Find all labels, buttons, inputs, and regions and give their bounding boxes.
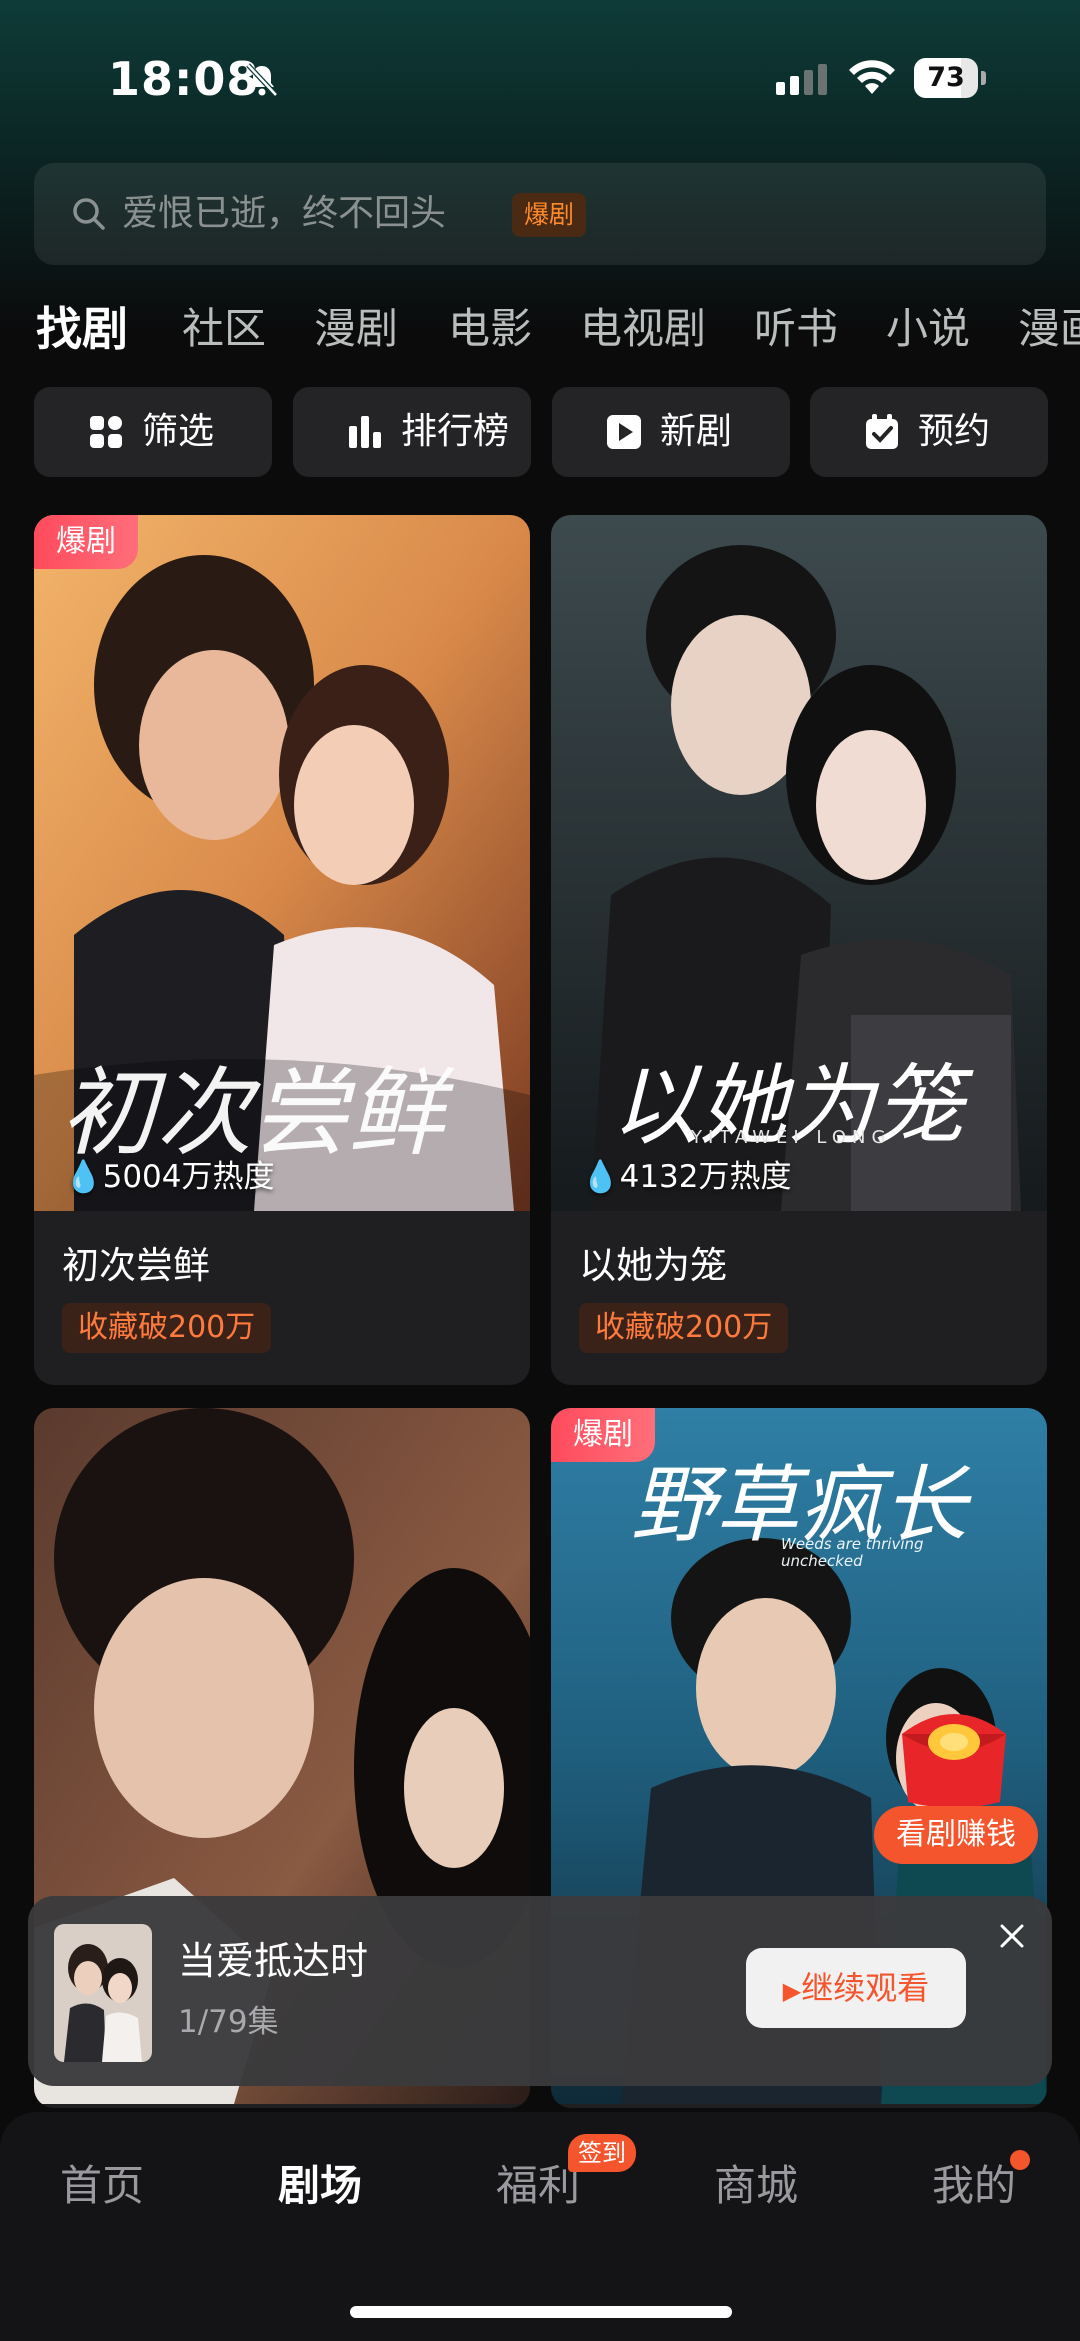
- nav-mine[interactable]: 我的: [932, 2152, 1016, 2213]
- continue-watch-label: 继续观看: [801, 1969, 930, 2007]
- battery-level: 73: [927, 62, 965, 93]
- play-small-icon: ▶: [782, 1977, 802, 2005]
- ranking-label: 排行榜: [401, 411, 510, 452]
- heat-value: 4132万热度: [619, 1159, 792, 1195]
- reservation-button[interactable]: 预约: [810, 387, 1048, 477]
- nav-theater[interactable]: 剧场: [278, 2152, 362, 2213]
- drama-card-1[interactable]: 爆剧 初次尝鲜 💧5004万热度 初次尝鲜 收藏破200万: [34, 515, 530, 1385]
- status-time: 18:08: [108, 52, 260, 106]
- ranking-button[interactable]: 排行榜: [293, 387, 531, 477]
- continue-watching-bar[interactable]: 当爱抵达时 1/79集 ▶继续观看: [28, 1896, 1052, 2086]
- nav-mall[interactable]: 商城: [714, 2152, 798, 2213]
- signal-icon: [776, 64, 827, 95]
- filter-button[interactable]: 筛选: [34, 387, 272, 477]
- red-envelope-icon[interactable]: [888, 1698, 1020, 1810]
- collect-tag: 收藏破200万: [579, 1303, 789, 1353]
- reservation-label: 预约: [918, 411, 991, 452]
- drama-poster-1[interactable]: 爆剧 初次尝鲜 💧5004万热度: [34, 515, 530, 1211]
- search-bar[interactable]: 爱恨已逝，终不回头 爆剧: [34, 163, 1046, 265]
- heat-count: 💧4132万热度: [581, 1159, 792, 1195]
- continue-episode: 1/79集: [178, 2004, 279, 2040]
- drama-poster-2[interactable]: 以她为笼 YITAWEI LONG 💧4132万热度: [551, 515, 1047, 1211]
- grid-icon: [90, 416, 122, 448]
- battery-icon: 73: [914, 58, 986, 98]
- home-indicator: [350, 2306, 732, 2318]
- tab-comic-drama[interactable]: 漫剧: [314, 296, 398, 362]
- drama-title: 初次尝鲜: [62, 1244, 210, 1287]
- play-icon: [607, 415, 641, 449]
- bell-muted-icon: [246, 63, 278, 97]
- nav-home[interactable]: 首页: [60, 2152, 144, 2213]
- hot-badge: 爆剧: [34, 515, 138, 569]
- poster-subtitle: YITAWEI LONG: [691, 1127, 892, 1148]
- continue-watch-button[interactable]: ▶继续观看: [746, 1948, 966, 2028]
- notification-dot: [1010, 2150, 1030, 2170]
- heat-count: 💧5004万热度: [64, 1159, 275, 1195]
- tab-novel[interactable]: 小说: [886, 296, 970, 362]
- filter-label: 筛选: [142, 411, 215, 452]
- tab-find-drama[interactable]: 找剧: [36, 296, 128, 362]
- search-icon: [73, 198, 105, 230]
- collect-tag: 收藏破200万: [62, 1303, 272, 1353]
- category-tabs: 找剧 社区 漫剧 电影 电视剧 听书 小说 漫画: [0, 296, 1080, 366]
- bar-chart-icon: [349, 416, 381, 448]
- search-placeholder: 爱恨已逝，终不回头: [122, 193, 447, 234]
- tab-movie[interactable]: 电影: [448, 296, 532, 362]
- new-drama-button[interactable]: 新剧: [552, 387, 790, 477]
- earn-money-button[interactable]: 看剧赚钱: [874, 1806, 1038, 1864]
- tab-community[interactable]: 社区: [182, 296, 266, 362]
- tab-audiobook[interactable]: 听书: [754, 296, 838, 362]
- continue-thumbnail: [54, 1924, 152, 2062]
- checkin-badge: 签到: [568, 2134, 636, 2172]
- wifi-icon: [849, 60, 895, 94]
- drama-title: 以她为笼: [579, 1244, 727, 1287]
- poster-subtitle: Weeds are thriving unchecked: [781, 1535, 924, 1570]
- calendar-check-icon: [866, 414, 898, 449]
- continue-title: 当爱抵达时: [178, 1939, 369, 1983]
- drama-card-2[interactable]: 以她为笼 YITAWEI LONG 💧4132万热度 以她为笼 收藏破200万: [551, 515, 1047, 1385]
- heat-value: 5004万热度: [102, 1159, 275, 1195]
- close-icon[interactable]: [992, 1916, 1032, 1956]
- tab-manga[interactable]: 漫画: [1018, 296, 1080, 362]
- search-hot-tag: 爆剧: [512, 193, 587, 237]
- status-bar: 18:08 73: [0, 0, 1080, 150]
- tab-tv-series[interactable]: 电视剧: [580, 296, 706, 362]
- new-drama-label: 新剧: [660, 411, 733, 452]
